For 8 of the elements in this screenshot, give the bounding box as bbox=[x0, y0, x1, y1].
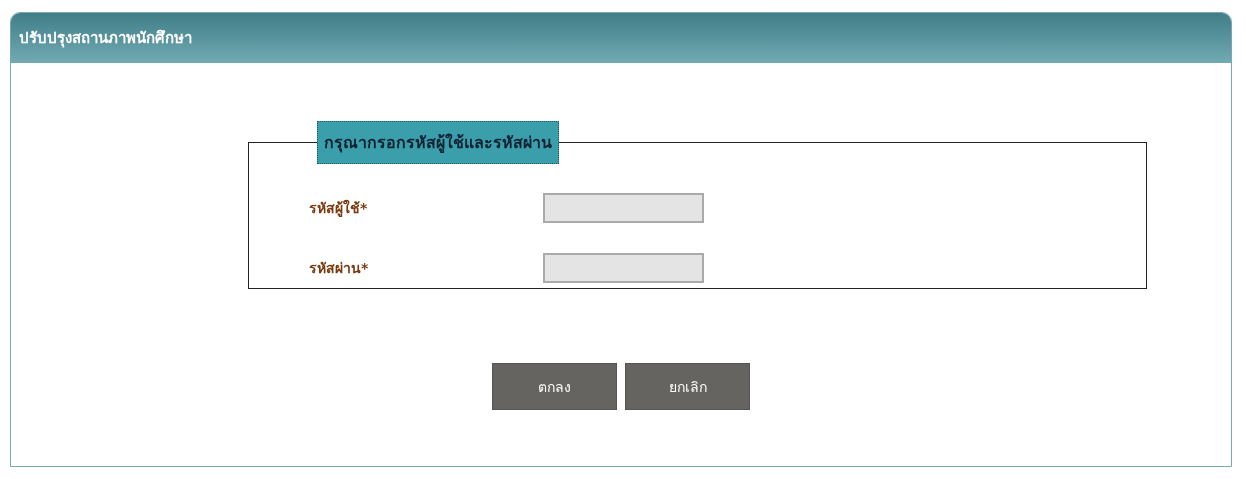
panel-title: ปรับปรุงสถานภาพนักศึกษา bbox=[11, 13, 1231, 63]
password-field[interactable] bbox=[543, 253, 704, 283]
input-field[interactable] bbox=[543, 193, 704, 223]
fieldset-legend: กรุณากรอกรหัสผู้ใช้และรหัสผ่าน bbox=[317, 121, 559, 164]
ok-button[interactable]: ตกลง bbox=[492, 363, 617, 410]
cancel-button[interactable]: ยกเลิก bbox=[625, 363, 750, 410]
field-label: รหัสผ่าน* bbox=[309, 259, 370, 278]
field-label: รหัสผู้ใช้* bbox=[309, 198, 369, 219]
